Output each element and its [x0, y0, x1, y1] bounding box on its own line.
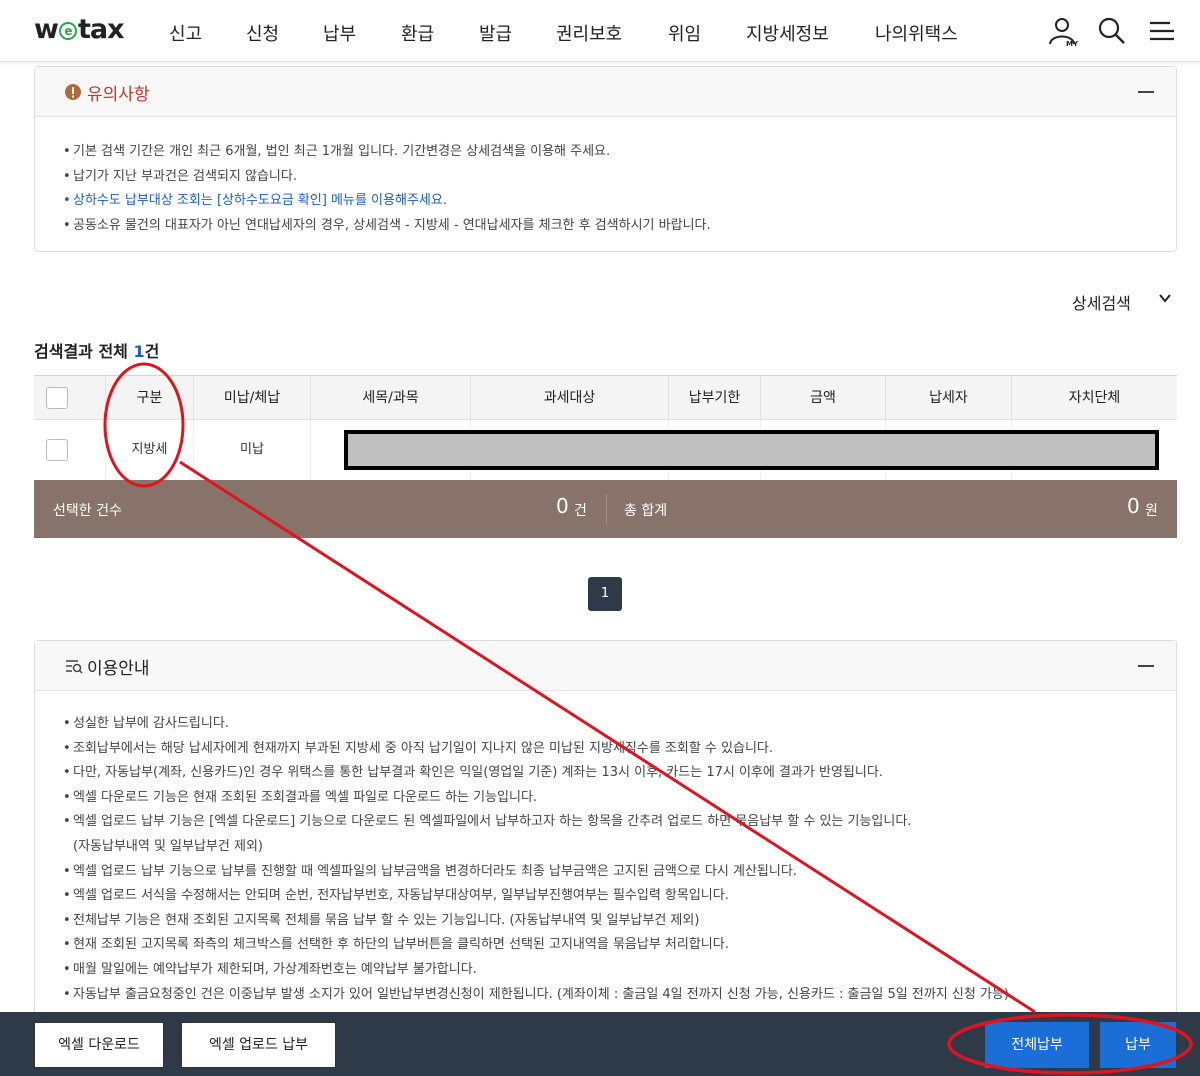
- selected-count-value: 0: [556, 494, 569, 518]
- nav-item-issue[interactable]: 발급: [479, 20, 512, 46]
- collapse-icon[interactable]: [1138, 91, 1154, 93]
- col-local-gov: 자치단체: [1068, 390, 1121, 406]
- guide-panel: 이용안내 성실한 납부에 감사드립니다. 조회납부에서는 해당 납세자에게 현재…: [34, 640, 1177, 1020]
- pay-all-button[interactable]: 전체납부: [985, 1022, 1089, 1068]
- nav-item-apply[interactable]: 신청: [246, 20, 279, 46]
- select-all-checkbox[interactable]: [46, 387, 68, 409]
- nav-item-delegate[interactable]: 위임: [668, 20, 701, 46]
- action-bar: 엑셀 다운로드 엑셀 업로드 납부 전체납부 납부: [0, 1012, 1200, 1076]
- nav-item-rights[interactable]: 권리보호: [556, 20, 622, 46]
- list-guide-icon: [65, 658, 83, 678]
- selected-count-label: 선택한 건수: [53, 503, 122, 519]
- guide-item: (자동납부내역 및 일부납부건 제외): [73, 838, 263, 854]
- col-status: 미납/체납: [194, 376, 311, 421]
- guide-item: 성실한 납부에 감사드립니다.: [63, 712, 1009, 737]
- notice-title: 유의사항: [87, 85, 150, 105]
- col-due-date: 납부기한: [669, 376, 761, 421]
- selection-summary-bar: 선택한 건수 0 건 총 합계 0 원: [34, 480, 1177, 538]
- notice-list: 기본 검색 기간은 개인 최근 6개월, 법인 최근 1개월 입니다. 기간변경…: [63, 140, 711, 238]
- guide-list: 성실한 납부에 감사드립니다. 조회납부에서는 해당 납세자에게 현재까지 부과…: [63, 712, 1009, 1007]
- guide-title: 이용안내: [87, 659, 150, 679]
- redacted-area: [344, 430, 1159, 470]
- page-1-button[interactable]: 1: [588, 577, 622, 611]
- svg-text:MY: MY: [1066, 40, 1079, 48]
- guide-item: 자동납부 출금요청중인 건은 이중납부 발생 소지가 있어 일반납부변경신청이 …: [63, 983, 1009, 1008]
- notice-item-water[interactable]: 상하수도 납부대상 조회는 [상하수도요금 확인] 메뉴를 이용해주세요.: [63, 189, 711, 214]
- excel-upload-pay-button[interactable]: 엑셀 업로드 납부: [181, 1022, 336, 1068]
- notice-item: 기본 검색 기간은 개인 최근 6개월, 법인 최근 1개월 입니다. 기간변경…: [63, 140, 711, 165]
- site-header: w e tax 신고 신청 납부 환급 발급 권리보호 위임 지방세정보 나의위택스…: [0, 0, 1200, 62]
- notice-panel: 유의사항 기본 검색 기간은 개인 최근 6개월, 법인 최근 1개월 입니다.…: [34, 66, 1177, 252]
- excel-download-button[interactable]: 엑셀 다운로드: [34, 1022, 164, 1068]
- nav-item-refund[interactable]: 환급: [401, 20, 434, 46]
- guide-header[interactable]: 이용안내: [35, 641, 1176, 691]
- col-amount: 금액: [761, 376, 886, 421]
- cell-type: 지방세: [106, 420, 194, 480]
- nav-item-my-wetax[interactable]: 나의위택스: [875, 20, 958, 46]
- wetax-logo[interactable]: w e tax: [34, 14, 124, 45]
- menu-icon[interactable]: [1148, 16, 1176, 50]
- total-sum-label: 총 합계: [624, 503, 668, 519]
- notice-header[interactable]: 유의사항: [35, 67, 1176, 117]
- pay-button[interactable]: 납부: [1100, 1022, 1176, 1068]
- guide-item: 매월 말일에는 예약납부가 제한되며, 가상계좌번호는 예약납부 불가합니다.: [63, 958, 1009, 983]
- guide-item: 엑셀 다운로드 기능은 현재 조회된 조회결과를 엑셀 파일로 다운로드 하는 …: [63, 786, 1009, 811]
- col-taxpayer: 납세자: [886, 376, 1012, 421]
- guide-item: 엑셀 업로드 납부 기능으로 납부를 진행할 때 엑셀파일의 납부금액을 변경하…: [63, 860, 1009, 885]
- summary-divider: [606, 494, 607, 524]
- search-icon[interactable]: [1097, 16, 1127, 50]
- col-tax-object: 과세대상: [471, 376, 669, 421]
- exclamation-icon: [65, 84, 81, 104]
- cell-status: 미납: [194, 420, 311, 480]
- guide-item: 조회납부에서는 해당 납세자에게 현재까지 부과된 지방세 중 아직 납기일이 …: [63, 737, 1009, 762]
- collapse-icon[interactable]: [1138, 665, 1154, 667]
- detail-search-toggle[interactable]: 상세검색: [1072, 290, 1131, 314]
- guide-item: 엑셀 업로드 납부 기능은 [엑셀 다운로드] 기능으로 다운로드 된 엑셀파일…: [63, 810, 1009, 835]
- row-checkbox[interactable]: [46, 439, 68, 461]
- guide-item: 전체납부 기능은 현재 조회된 고지목록 전체를 묶음 납부 할 수 있는 기능…: [63, 909, 1009, 934]
- guide-item: 현재 조회된 고지목록 좌측의 체크박스를 선택한 후 하단의 납부버튼을 클릭…: [63, 933, 1009, 958]
- row-checkbox-cell: [34, 420, 106, 480]
- table-header: 구분 미납/체납 세목/과목 과세대상 납부기한 금액 납세자 자치단체: [34, 375, 1177, 421]
- user-my-icon[interactable]: MY: [1046, 16, 1080, 54]
- chevron-down-icon[interactable]: [1158, 290, 1172, 309]
- nav-item-local-tax-info[interactable]: 지방세정보: [746, 20, 829, 46]
- guide-item: 엑셀 업로드 서식을 수정해서는 안되며 순번, 전자납부번호, 자동납부대상여…: [63, 884, 1009, 909]
- header-checkbox-cell: [34, 376, 106, 421]
- nav-item-pay[interactable]: 납부: [323, 20, 356, 46]
- selected-count-unit: 건: [574, 503, 587, 519]
- col-tax-item: 세목/과목: [311, 376, 471, 421]
- total-sum-unit: 원: [1145, 503, 1158, 519]
- total-sum-value: 0: [1127, 494, 1140, 518]
- table-row[interactable]: 지방세 미납: [34, 420, 1177, 480]
- notice-item: 공동소유 물건의 대표자가 아닌 연대납세자의 경우, 상세검색 - 지방세 -…: [63, 214, 711, 239]
- guide-item: 다만, 자동납부(계좌, 신용카드)인 경우 위택스를 통한 납부결과 확인은 …: [63, 761, 1009, 786]
- result-count: 검색결과 전체 1건: [34, 342, 160, 361]
- col-type: 구분: [106, 376, 194, 421]
- nav-item-report[interactable]: 신고: [169, 20, 202, 46]
- notice-item: 납기가 지난 부과건은 검색되지 않습니다.: [63, 165, 711, 190]
